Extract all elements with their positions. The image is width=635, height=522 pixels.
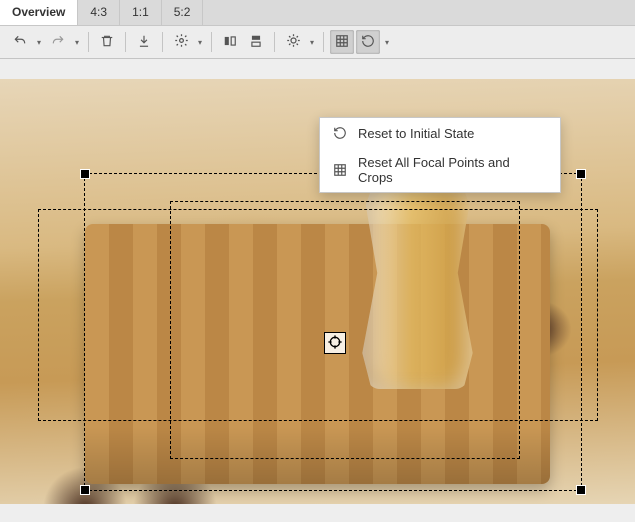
reset-button[interactable] <box>356 30 380 54</box>
flip-horizontal-button[interactable] <box>218 30 242 54</box>
flip-vertical-icon <box>249 34 263 51</box>
redo-caret[interactable]: ▾ <box>72 38 82 47</box>
crop-handle-bottom-left[interactable] <box>81 486 89 494</box>
grid-icon <box>335 34 349 51</box>
reset-icon <box>361 34 375 51</box>
menu-item-label: Reset All Focal Points and Crops <box>358 155 548 185</box>
brightness-caret[interactable]: ▾ <box>307 38 317 47</box>
separator <box>162 32 163 52</box>
redo-icon <box>51 34 65 51</box>
crosshair-icon <box>327 334 343 353</box>
separator <box>323 32 324 52</box>
separator <box>88 32 89 52</box>
download-button[interactable] <box>132 30 156 54</box>
undo-caret[interactable]: ▾ <box>34 38 44 47</box>
grid-button[interactable] <box>330 30 354 54</box>
menu-reset-initial[interactable]: Reset to Initial State <box>320 118 560 148</box>
menu-reset-focal-crops[interactable]: Reset All Focal Points and Crops <box>320 148 560 192</box>
crop-handle-top-left[interactable] <box>81 170 89 178</box>
separator <box>211 32 212 52</box>
trash-icon <box>100 34 114 51</box>
brightness-icon <box>286 33 301 51</box>
reset-dropdown-menu: Reset to Initial State Reset All Focal P… <box>319 117 561 193</box>
tab-overview[interactable]: Overview <box>0 0 78 25</box>
flip-horizontal-icon <box>223 34 237 51</box>
toolbar: ▾ ▾ ▾ ▾ <box>0 26 635 59</box>
brightness-button[interactable] <box>281 30 305 54</box>
tab-5-2[interactable]: 5:2 <box>162 0 204 25</box>
focal-point-marker[interactable] <box>324 332 346 354</box>
flip-vertical-button[interactable] <box>244 30 268 54</box>
undo-button[interactable] <box>8 30 32 54</box>
gear-caret[interactable]: ▾ <box>195 38 205 47</box>
undo-icon <box>13 34 27 51</box>
reset-caret[interactable]: ▾ <box>382 38 392 47</box>
menu-item-label: Reset to Initial State <box>358 126 474 141</box>
gear-icon <box>174 33 189 51</box>
tab-1-1[interactable]: 1:1 <box>120 0 162 25</box>
download-icon <box>137 34 151 51</box>
redo-button[interactable] <box>46 30 70 54</box>
tab-4-3[interactable]: 4:3 <box>78 0 120 25</box>
image-canvas[interactable]: Reset to Initial State Reset All Focal P… <box>0 59 635 522</box>
reset-icon <box>332 125 348 141</box>
separator <box>125 32 126 52</box>
tab-bar: Overview 4:3 1:1 5:2 <box>0 0 635 26</box>
separator <box>274 32 275 52</box>
crop-handle-top-right[interactable] <box>577 170 585 178</box>
trash-button[interactable] <box>95 30 119 54</box>
grid-icon <box>332 162 348 178</box>
gear-button[interactable] <box>169 30 193 54</box>
crop-handle-bottom-right[interactable] <box>577 486 585 494</box>
